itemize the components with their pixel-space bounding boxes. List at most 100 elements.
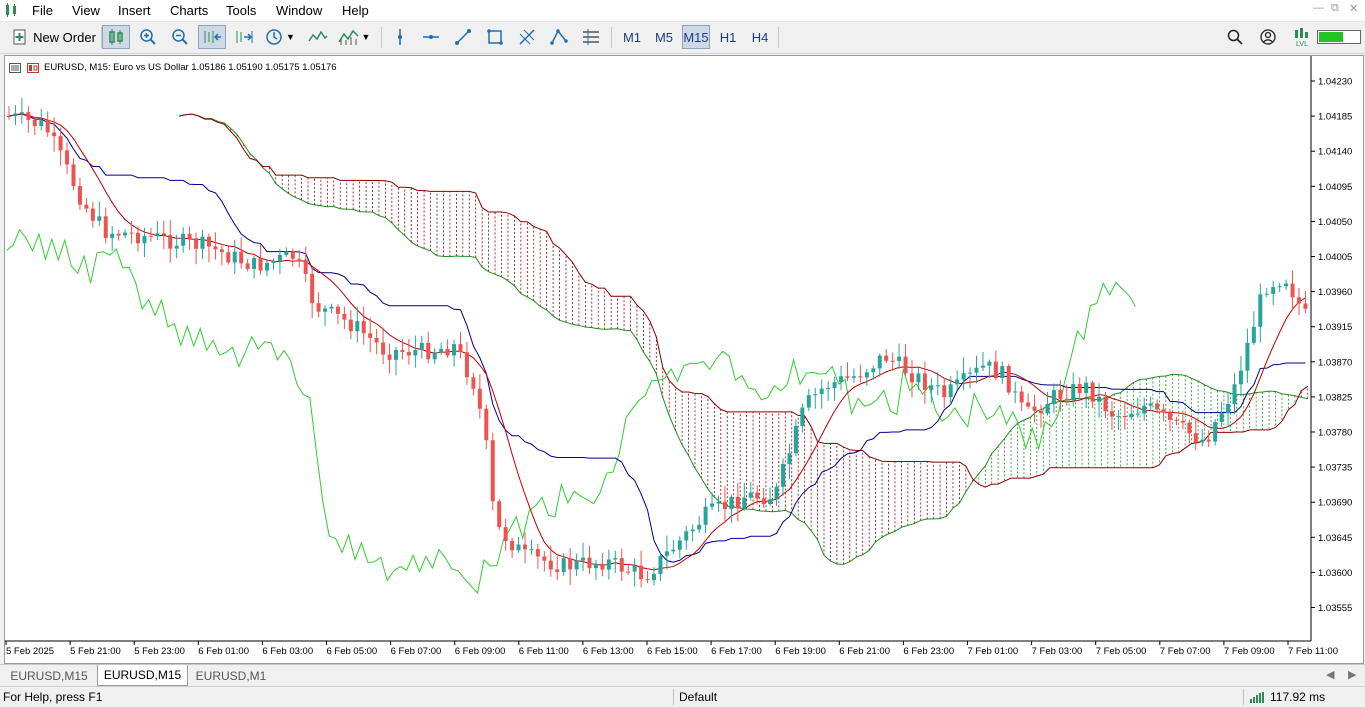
menu-insert[interactable]: Insert	[118, 3, 151, 18]
price-chart[interactable]: 1.04230 1.04185 1.04140 1.04095 1.04050 1.040…	[5, 56, 1363, 663]
tab-eurusd-m1[interactable]: EURUSD,M1	[189, 665, 273, 686]
fibonacci-button[interactable]	[516, 25, 538, 49]
candle-body	[161, 233, 166, 235]
menu-tools[interactable]: Tools	[226, 3, 256, 18]
tab-scroll-right-icon[interactable]: ▶	[1348, 668, 1356, 681]
candle-body	[1161, 409, 1166, 413]
candle-body	[1051, 390, 1056, 405]
tab-eurusd-m15-b[interactable]: EURUSD,M15	[97, 665, 188, 686]
horizontal-line-button[interactable]	[420, 25, 442, 49]
indicators-list-button[interactable]: ▼	[336, 25, 372, 49]
candle-body	[335, 306, 340, 314]
zoom-in-button[interactable]	[136, 25, 160, 49]
time-label: 6 Feb 07:00	[391, 646, 442, 657]
menu-file[interactable]: File	[32, 3, 53, 18]
candle-body	[1297, 297, 1301, 304]
chart-list-icon[interactable]	[9, 62, 21, 73]
candle-body	[535, 549, 540, 557]
chart-shift-button[interactable]	[232, 25, 256, 49]
candle-body	[884, 355, 889, 361]
new-order-label: New Order	[33, 29, 96, 45]
tab-scroll-left-icon[interactable]: ◀	[1326, 668, 1334, 681]
tab-eurusd-m15-a[interactable]: EURUSD,M15	[2, 665, 96, 686]
candle-body	[845, 376, 850, 378]
candle-body	[452, 344, 457, 356]
chart-settings-icon[interactable]	[27, 62, 39, 73]
menu-help[interactable]: Help	[342, 3, 369, 18]
periodicity-button[interactable]: ▼	[262, 25, 298, 49]
candle-body	[226, 252, 231, 263]
candle-body	[32, 119, 37, 127]
pitchfork-button[interactable]	[548, 25, 570, 49]
menu-charts[interactable]: Charts	[170, 3, 208, 18]
candle-body	[1045, 404, 1050, 414]
candle-body	[374, 337, 379, 343]
candle-body	[1200, 439, 1205, 443]
candle-body	[290, 251, 295, 259]
timeframe-h1[interactable]: H1	[714, 25, 742, 49]
candle-body	[664, 551, 669, 556]
candle-body	[103, 216, 108, 239]
candle-body	[987, 361, 992, 366]
candle-body	[355, 321, 360, 332]
timeframe-m15[interactable]: M15	[682, 25, 710, 49]
candle-body	[993, 361, 998, 379]
rectangle-button[interactable]	[484, 25, 506, 49]
menu-view[interactable]: View	[72, 3, 100, 18]
candle-body	[890, 360, 895, 362]
candle-body	[910, 373, 914, 383]
timeframe-h4[interactable]: H4	[746, 25, 774, 49]
clock-icon	[266, 29, 282, 45]
candle-body	[1174, 419, 1179, 421]
objects-list-button[interactable]	[580, 25, 602, 49]
candle-body	[980, 365, 985, 368]
candlestick-chart-button[interactable]	[102, 25, 130, 49]
candle-body	[974, 367, 979, 373]
candle-body	[903, 356, 908, 374]
candle-body	[716, 501, 721, 504]
minimize-icon[interactable]: —	[1313, 2, 1324, 14]
candle-body	[271, 261, 276, 263]
candle-body	[1213, 422, 1218, 442]
zoom-out-button[interactable]	[168, 25, 192, 49]
vertical-line-button[interactable]	[389, 25, 411, 49]
price-label: 1.04095	[1318, 182, 1352, 193]
candle-body	[19, 112, 24, 114]
candle-body	[26, 112, 31, 120]
candle-body	[1135, 413, 1140, 415]
candle-body	[277, 254, 282, 262]
price-label: 1.03780	[1318, 428, 1352, 439]
battery-bar-icon	[1317, 30, 1361, 44]
timeframe-m5[interactable]: M5	[650, 25, 678, 49]
new-order-button[interactable]: New Order	[10, 25, 98, 49]
account-button[interactable]	[1257, 25, 1279, 49]
candle-body	[316, 303, 321, 312]
trendline-button[interactable]	[452, 25, 474, 49]
candle-body	[1109, 411, 1114, 417]
indicators-button[interactable]	[306, 25, 330, 49]
candle-body	[548, 560, 553, 570]
candle-body	[722, 501, 727, 510]
objects-list-icon	[583, 29, 599, 45]
candle-body	[832, 382, 837, 389]
candle-body	[194, 238, 199, 249]
restore-icon[interactable]: ⧉	[1331, 2, 1339, 15]
timeframe-m1[interactable]: M1	[618, 25, 646, 49]
candle-body	[1155, 403, 1160, 410]
level2-button[interactable]: LVL	[1290, 25, 1314, 49]
close-icon[interactable]: ✕	[1349, 2, 1358, 15]
candle-body	[168, 234, 173, 249]
chart-header: EURUSD, M15: Euro vs US Dollar 1.05186 1…	[9, 62, 337, 73]
candle-body	[1064, 398, 1069, 401]
candle-body	[851, 376, 856, 378]
candle-body	[787, 453, 792, 465]
candle-body	[381, 342, 386, 355]
menu-window[interactable]: Window	[276, 3, 322, 18]
search-button[interactable]	[1224, 25, 1246, 49]
candle-body	[1039, 410, 1043, 414]
candle-body	[490, 440, 495, 502]
candle-body	[755, 492, 760, 499]
chart-window[interactable]: 1.04230 1.04185 1.04140 1.04095 1.04050 1.040…	[4, 55, 1364, 664]
auto-scroll-button[interactable]	[198, 25, 226, 49]
time-label: 7 Feb 07:00	[1160, 646, 1211, 657]
